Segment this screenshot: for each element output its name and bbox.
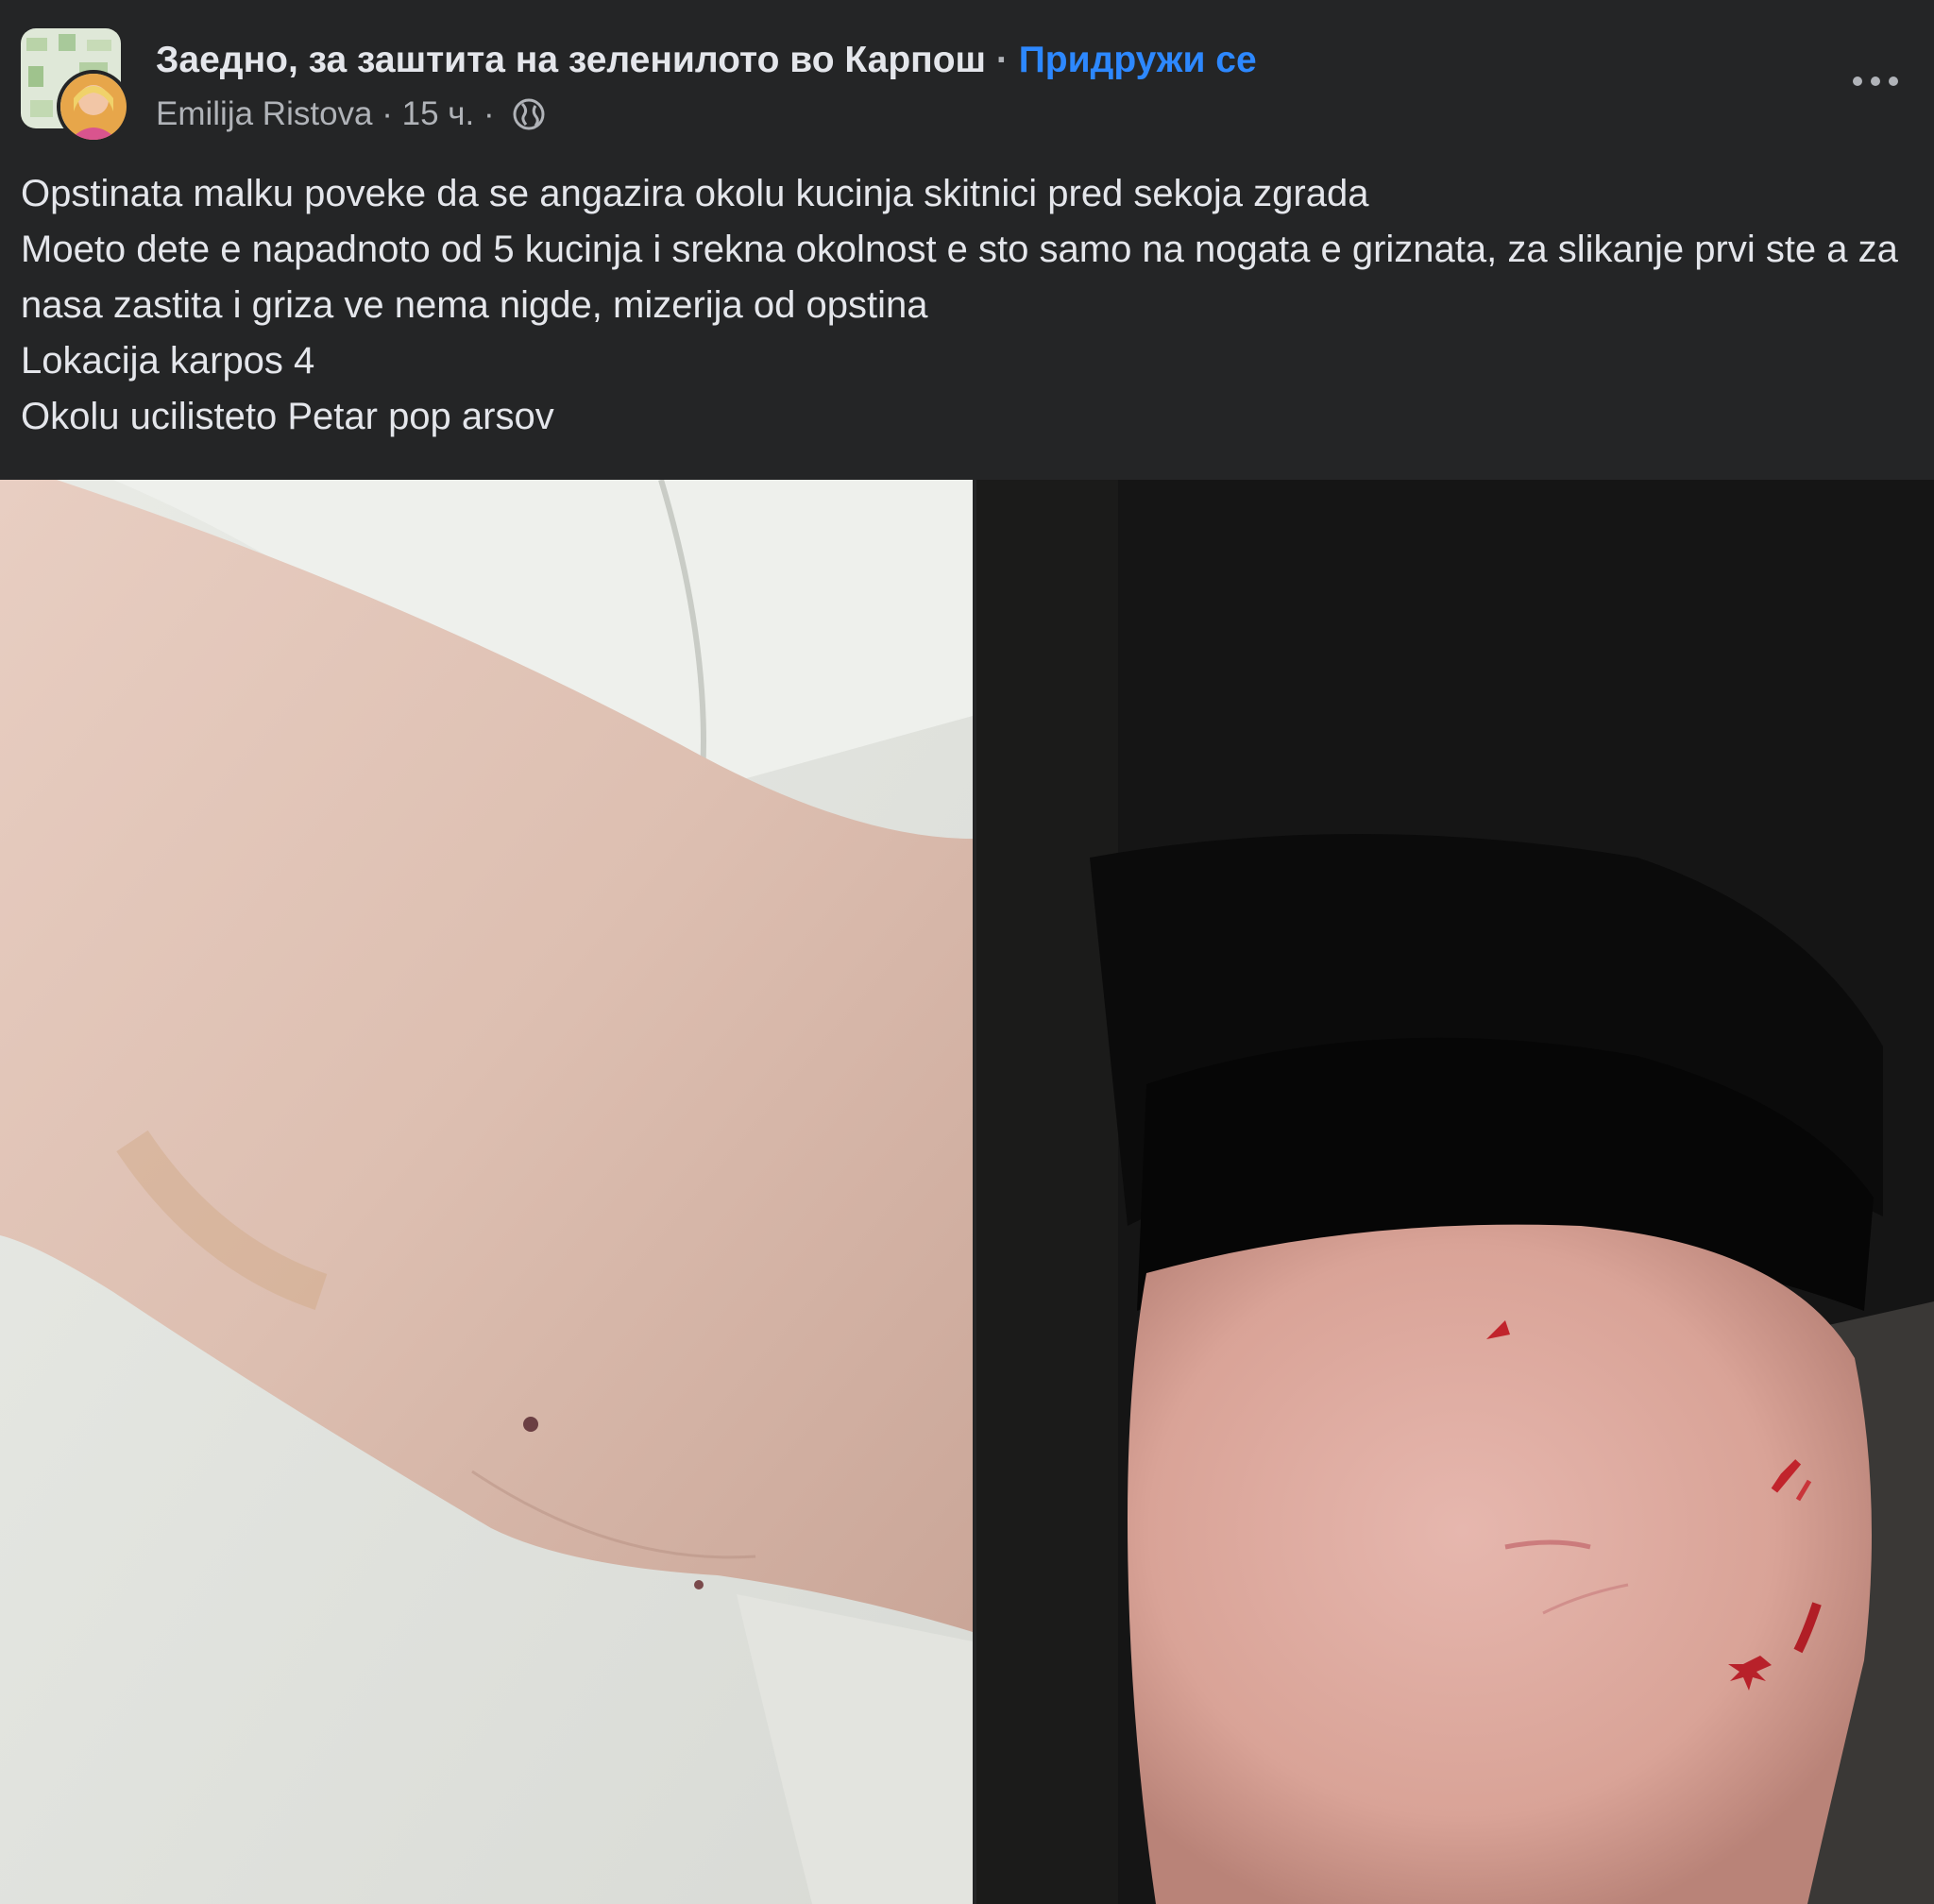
header-title-line: Заедно, за заштита на зеленилото во Карп… xyxy=(156,36,1257,85)
post-meta: Emilija Ristova · 15 ч. · xyxy=(156,93,547,136)
more-options-icon[interactable] xyxy=(1841,57,1909,106)
facebook-post: Заедно, за заштита на зеленилото во Карп… xyxy=(0,0,1934,1904)
separator-dot: · xyxy=(986,40,1019,80)
globe-icon xyxy=(511,96,547,132)
post-photo-arm[interactable] xyxy=(0,480,973,1904)
post-header: Заедно, за заштита на зеленилото во Карп… xyxy=(0,0,1934,144)
user-avatar[interactable] xyxy=(57,70,130,144)
post-text: Opstinata malku poveke da se angazira ok… xyxy=(21,166,1909,445)
post-photo-knee[interactable] xyxy=(976,480,1934,1904)
join-group-button[interactable]: Придружи се xyxy=(1019,40,1257,80)
post-text-line: Lokacija karpos 4 xyxy=(21,340,315,382)
group-name-link[interactable]: Заедно, за заштита на зеленилото во Карп… xyxy=(156,40,986,80)
post-text-line: Opstinata malku poveke da se angazira ok… xyxy=(21,173,1369,214)
post-text-line: Moeto dete e napadnoto od 5 kucinja i sr… xyxy=(21,229,1898,326)
post-text-line: Okolu ucilisteto Petar pop arsov xyxy=(21,396,554,437)
meta-separator: · xyxy=(474,95,504,132)
meta-separator: · xyxy=(372,95,402,132)
post-time-link[interactable]: 15 ч. xyxy=(402,93,475,136)
author-name-link[interactable]: Emilija Ristova xyxy=(156,93,373,136)
